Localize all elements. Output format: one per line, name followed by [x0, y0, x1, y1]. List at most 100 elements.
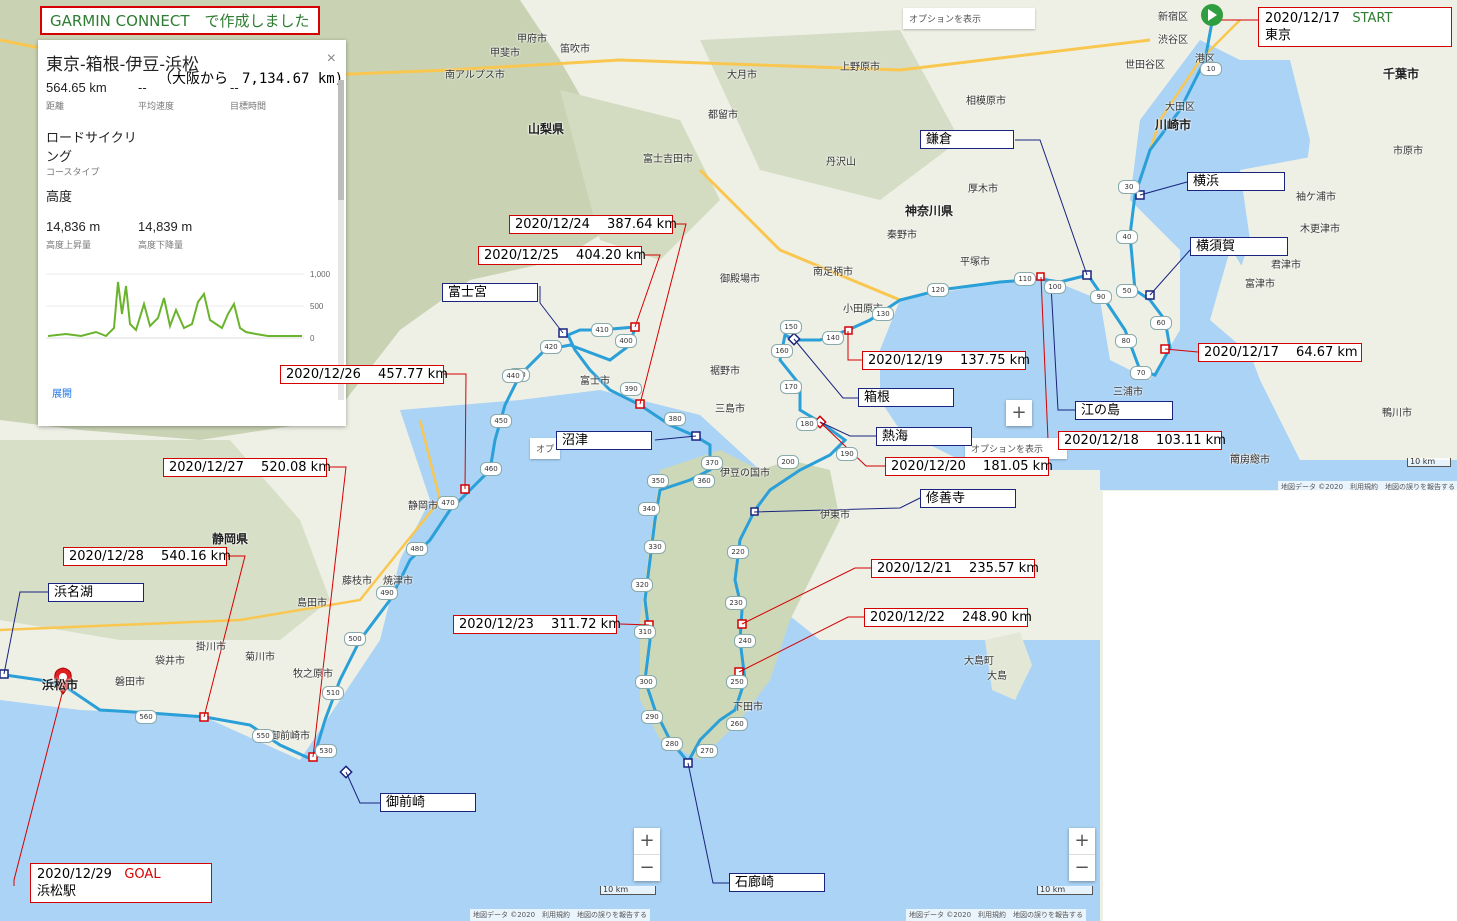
km-marker: 270 [696, 744, 718, 758]
place-yaizu: 焼津市 [383, 576, 413, 587]
creator-banner: GARMIN CONNECT で作成しました [40, 6, 320, 35]
start-callout: 2020/12/17 START 東京 [1258, 7, 1452, 47]
tick-500: 500 [310, 302, 324, 311]
place-shizuoka: 静岡県 [212, 532, 249, 546]
speed-value: -- [138, 80, 147, 95]
panel-scrollbar[interactable] [338, 80, 344, 400]
place-fuefuki: 笛吹市 [560, 44, 590, 55]
zoom-in-button[interactable]: + [634, 828, 660, 855]
km-marker: 500 [344, 632, 366, 646]
map-attribution-2[interactable]: 地図データ ©2020 利用規約 地図の誤りを報告する [470, 909, 651, 921]
place-shimoda: 下田市 [733, 702, 763, 713]
place-tsuru: 都留市 [708, 110, 738, 121]
place-shinjuku: 新宿区 [1158, 12, 1188, 23]
place-fujiyoshida: 富士吉田市 [643, 154, 693, 165]
place-gotemba: 御殿場市 [720, 274, 760, 285]
place-atsugi: 厚木市 [968, 184, 998, 195]
km-marker: 230 [725, 596, 747, 610]
callout-1217: 2020/12/17 64.67 km [1198, 343, 1362, 362]
zoom-control-2[interactable]: + − [634, 828, 660, 881]
callout-enoshima: 江の島 [1075, 401, 1173, 420]
zoom-out-button[interactable]: − [1069, 855, 1095, 881]
km-marker: 280 [661, 737, 683, 751]
callout-atami: 熱海 [876, 427, 972, 446]
distance-label: 距離 [46, 101, 65, 111]
elevation-heading: 高度 [46, 189, 73, 204]
km-marker: 320 [631, 578, 653, 592]
callout-numazu: 沼津 [556, 431, 652, 450]
place-otsuki: 大月市 [727, 70, 757, 81]
callout-1222: 2020/12/22 248.90 km [864, 608, 1032, 627]
callout-1223: 2020/12/23 311.72 km [453, 615, 621, 634]
place-minamiashigara: 南足柄市 [813, 267, 853, 278]
km-marker: 250 [726, 675, 748, 689]
place-shimada: 島田市 [297, 598, 327, 609]
loss-label: 高度下降量 [138, 240, 184, 250]
callout-1228: 2020/12/28 540.16 km [63, 547, 231, 566]
zoom-out-button[interactable]: − [634, 855, 660, 881]
km-marker: 380 [664, 412, 686, 426]
tick-1000: 1,000 [310, 270, 331, 279]
distance-value: 564.65 km [46, 80, 107, 95]
callout-1218: 2020/12/18 103.11 km [1058, 431, 1226, 450]
callout-hakone: 箱根 [858, 388, 954, 407]
zoom-in-button[interactable]: + [1006, 400, 1032, 426]
place-kofu: 甲府市 [517, 34, 547, 45]
callout-1224: 2020/12/24 387.64 km [509, 215, 677, 234]
km-marker: 10 [1200, 62, 1222, 76]
goal-callout: 2020/12/29 GOAL 浜松駅 [30, 863, 212, 903]
km-marker: 50 [1116, 284, 1138, 298]
place-susono: 裾野市 [710, 366, 740, 377]
place-uenohara: 上野原市 [840, 62, 880, 73]
km-marker: 460 [480, 462, 502, 476]
zoom-control-1[interactable]: + [1006, 400, 1032, 426]
goal-tag: GOAL [124, 867, 161, 882]
options-button-1[interactable]: オプションを表示 [903, 8, 1035, 29]
course-type-label: コースタイプ [46, 167, 100, 177]
close-icon[interactable]: × [327, 50, 336, 68]
goal-place: 浜松駅 [37, 884, 77, 899]
place-kamogawa: 鴨川市 [1382, 408, 1412, 419]
goal-date: 2020/12/29 [37, 867, 112, 882]
time-value: -- [230, 80, 239, 95]
scrollbar-thumb[interactable] [338, 80, 344, 200]
expand-link[interactable]: 展開 [52, 385, 72, 400]
place-ichihara: 市原市 [1393, 146, 1423, 157]
km-marker: 370 [701, 456, 723, 470]
gain-label: 高度上昇量 [46, 240, 92, 250]
place-hadano: 秦野市 [887, 230, 917, 241]
km-marker: 390 [620, 382, 642, 396]
place-hiratsuka: 平塚市 [960, 257, 990, 268]
place-kanagawa: 神奈川県 [905, 204, 954, 218]
time-label: 目標時間 [230, 101, 267, 111]
km-marker: 150 [780, 320, 802, 334]
km-marker: 420 [540, 340, 562, 354]
start-pin [1201, 4, 1223, 26]
place-kai: 甲斐市 [490, 48, 520, 59]
km-marker: 190 [836, 447, 858, 461]
km-marker: 340 [638, 502, 660, 516]
map-attribution-3[interactable]: 地図データ ©2020 利用規約 地図の誤りを報告する [906, 909, 1087, 921]
place-mishima: 三島市 [715, 404, 745, 415]
zoom-control-3[interactable]: + − [1069, 828, 1095, 881]
place-fukuroi: 袋井市 [155, 656, 185, 667]
place-minamiboso: 南房総市 [1230, 455, 1270, 466]
place-kakegawa: 掛川市 [196, 642, 226, 653]
elevation-profile-line [47, 281, 302, 338]
km-marker: 350 [647, 474, 669, 488]
place-izunokuni: 伊豆の国市 [720, 468, 770, 479]
km-marker: 440 [502, 369, 524, 383]
map-attribution-1[interactable]: 地図データ ©2020 利用規約 地図の誤りを報告する [1278, 481, 1457, 493]
options-button-2[interactable]: オプションを表示 [965, 438, 1067, 459]
place-omaezaki-city: 御前崎市 [270, 731, 310, 742]
km-marker: 490 [376, 586, 398, 600]
km-marker: 530 [315, 744, 337, 758]
place-oshima-town: 大島町 [964, 656, 994, 667]
place-kawasaki: 川崎市 [1155, 118, 1192, 132]
km-marker: 400 [615, 334, 637, 348]
place-chiba: 千葉市 [1383, 67, 1420, 81]
zoom-in-button[interactable]: + [1069, 828, 1095, 855]
place-ota: 大田区 [1165, 102, 1195, 113]
loss-value: 14,839 m [138, 219, 193, 234]
km-marker: 510 [322, 686, 344, 700]
